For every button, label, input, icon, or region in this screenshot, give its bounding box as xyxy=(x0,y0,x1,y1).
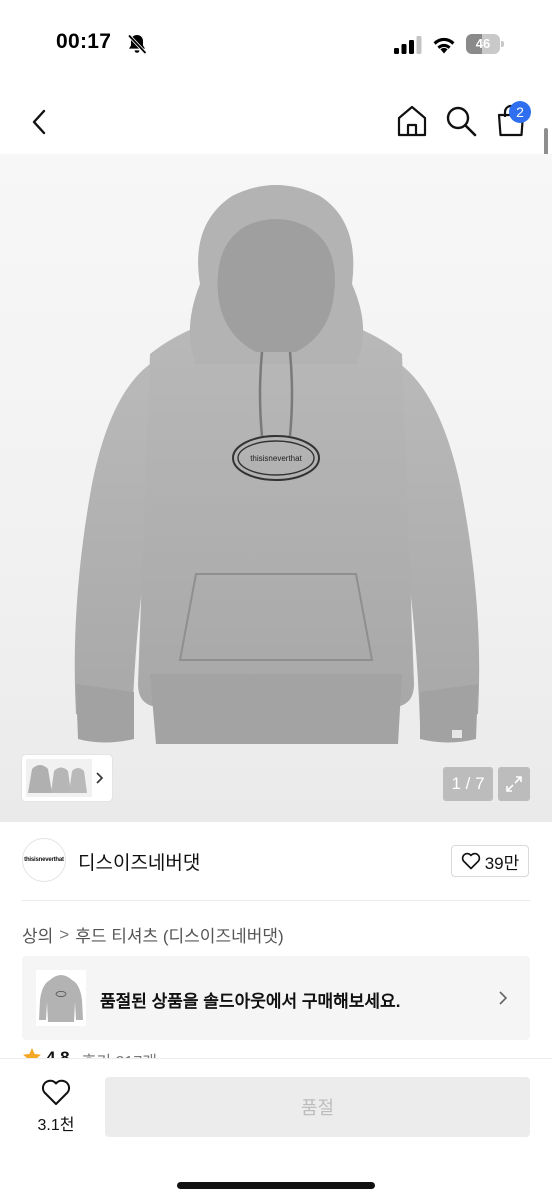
status-bar: 00:17 46 xyxy=(0,0,552,90)
hoodie-thumbnails xyxy=(26,759,92,797)
heart-icon xyxy=(41,1079,71,1105)
expand-button[interactable] xyxy=(498,767,530,801)
hoodie-thumbnail xyxy=(36,970,86,1026)
home-indicator xyxy=(177,1182,375,1189)
battery-level: 46 xyxy=(475,36,491,51)
back-chevron-icon xyxy=(32,109,46,135)
status-time: 00:17 xyxy=(56,30,112,53)
brand-like-count: 39만 xyxy=(484,853,520,873)
search-icon[interactable] xyxy=(443,103,479,139)
hoodie-image: thisisneverthat xyxy=(74,185,480,744)
soldout-banner-text: 품절된 상품을 솔드아웃에서 구매해보세요. xyxy=(100,992,401,1011)
signal-icon xyxy=(394,36,422,54)
product-image[interactable]: thisisneverthat xyxy=(0,154,552,822)
wifi-icon xyxy=(433,37,455,54)
chevron-right-icon[interactable] xyxy=(92,770,106,786)
heart-icon xyxy=(461,852,480,870)
section-divider xyxy=(22,900,530,901)
brand-name[interactable]: 디스이즈네버댓 xyxy=(78,848,200,875)
soldout-buy-button[interactable]: 품절 xyxy=(105,1077,530,1137)
brand-logo[interactable]: thisisneverthat xyxy=(22,838,66,882)
bell-muted-icon xyxy=(127,34,147,55)
breadcrumb-category[interactable]: 상의 xyxy=(22,922,53,947)
bottom-action-bar: 3.1천 품절 xyxy=(0,1058,552,1200)
wishlist-count: 3.1천 xyxy=(37,1117,75,1134)
wishlist-button[interactable]: 3.1천 xyxy=(28,1079,84,1139)
breadcrumb-separator: > xyxy=(59,924,70,944)
cart-badge: 2 xyxy=(509,101,531,123)
back-button[interactable] xyxy=(22,102,56,142)
breadcrumb: 상의 > 후드 티셔츠 (디스이즈네버댓) xyxy=(22,922,284,947)
top-nav-bar xyxy=(0,90,552,154)
breadcrumb-subcategory[interactable]: 후드 티셔츠 (디스이즈네버댓) xyxy=(75,922,283,947)
brand-row: thisisneverthat 디스이즈네버댓 39만 xyxy=(0,830,552,894)
page-indicator: 1 / 7 xyxy=(443,767,493,801)
brand-like-button[interactable]: 39만 xyxy=(451,845,529,877)
soldout-banner[interactable]: 품절된 상품을 솔드아웃에서 구매해보세요. xyxy=(22,956,530,1040)
home-icon[interactable] xyxy=(394,103,430,139)
battery-icon: 46 xyxy=(466,34,504,54)
chevron-right-icon xyxy=(499,991,508,1005)
chest-logo-text: thisisneverthat xyxy=(250,454,302,463)
expand-icon xyxy=(506,776,522,792)
